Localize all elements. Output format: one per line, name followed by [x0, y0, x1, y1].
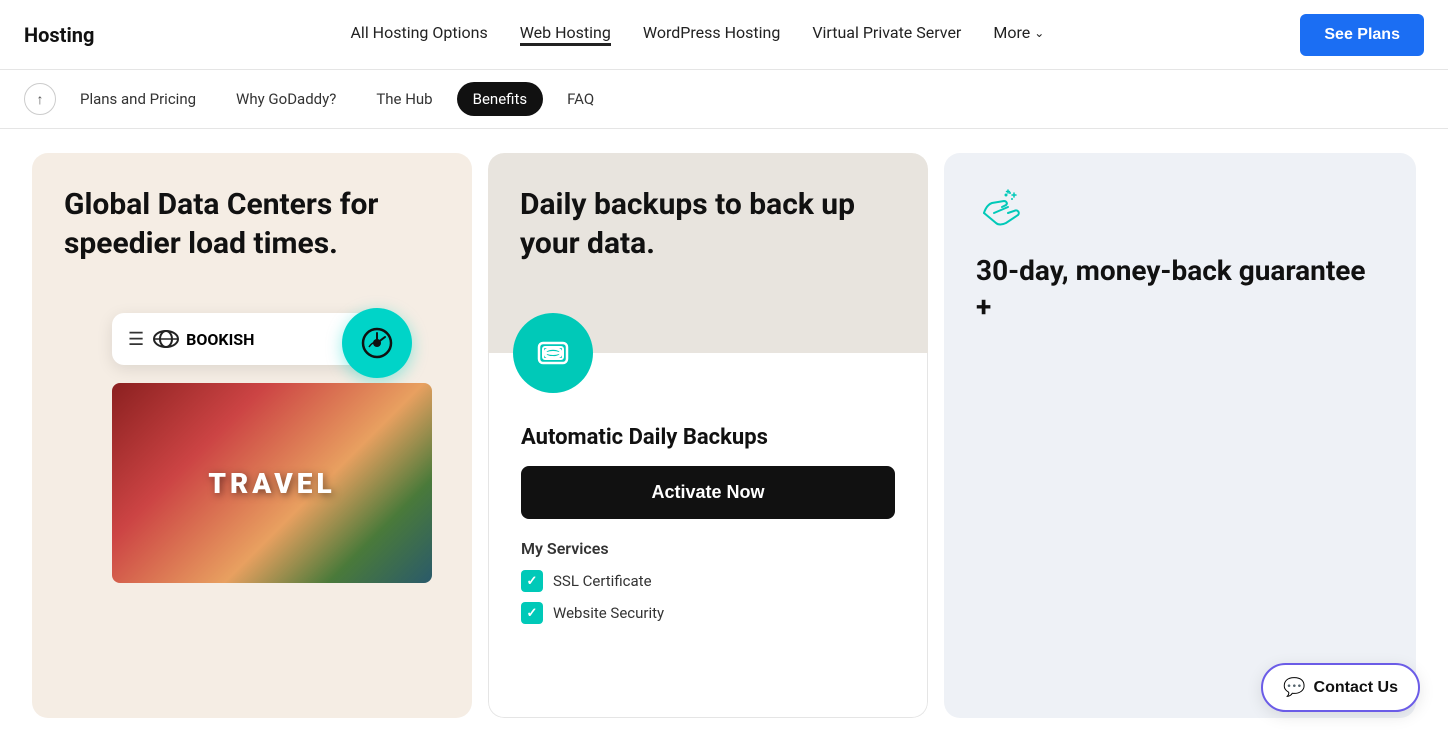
- ssl-label: SSL Certificate: [553, 572, 652, 590]
- my-services-title: My Services: [521, 539, 895, 558]
- subnav-faq[interactable]: FAQ: [551, 82, 610, 116]
- top-nav: Hosting All Hosting Options Web Hosting …: [0, 0, 1448, 70]
- contact-us-button[interactable]: 💬 Contact Us: [1261, 663, 1420, 712]
- chevron-down-icon: ⌄: [1034, 26, 1044, 40]
- security-label: Website Security: [553, 604, 664, 622]
- service-ssl: ✓ SSL Certificate: [521, 570, 895, 592]
- check-icon-2: ✓: [527, 606, 538, 621]
- card-daily-backups: Daily backups to back up your data.: [488, 153, 928, 718]
- card2-title: Daily backups to back up your data.: [520, 185, 896, 263]
- bookish-logo: BOOKISH: [152, 325, 254, 353]
- nav-logo: Hosting: [24, 23, 94, 47]
- speed-circle: [342, 308, 412, 378]
- card-global-data: Global Data Centers for speedier load ti…: [32, 153, 472, 718]
- nav-all-hosting[interactable]: All Hosting Options: [350, 23, 487, 46]
- nav-vps[interactable]: Virtual Private Server: [812, 23, 961, 46]
- backup-icon-circle: [513, 313, 593, 393]
- bookish-brand-icon: [152, 325, 180, 353]
- card2-bottom: Automatic Daily Backups Activate Now My …: [488, 353, 928, 718]
- card3-title: 30-day, money-back guarantee +: [976, 253, 1384, 326]
- check-icon: ✓: [527, 574, 538, 589]
- security-checkbox: ✓: [521, 602, 543, 624]
- nav-web-hosting[interactable]: Web Hosting: [520, 23, 611, 46]
- money-back-icon: [976, 185, 1024, 233]
- card-money-back: 30-day, money-back guarantee +: [944, 153, 1416, 718]
- travel-book-image: TRAVEL: [112, 383, 432, 583]
- nav-links: All Hosting Options Web Hosting WordPres…: [350, 23, 1044, 46]
- subnav-why[interactable]: Why GoDaddy?: [220, 82, 352, 116]
- main-content: Global Data Centers for speedier load ti…: [0, 129, 1448, 742]
- service-security: ✓ Website Security: [521, 602, 895, 624]
- chat-icon: 💬: [1283, 677, 1305, 698]
- subnav-benefits[interactable]: Benefits: [457, 82, 544, 116]
- speedometer-icon: [359, 325, 395, 361]
- bookish-mockup: ☰ BOOKISH: [112, 313, 372, 365]
- nav-wordpress[interactable]: WordPress Hosting: [643, 23, 780, 46]
- nav-more[interactable]: More ⌄: [993, 23, 1044, 46]
- activate-now-button[interactable]: Activate Now: [521, 466, 895, 519]
- contact-us-label: Contact Us: [1314, 679, 1398, 697]
- card2-subtitle: Automatic Daily Backups: [521, 425, 895, 450]
- sub-nav: ↑ Plans and Pricing Why GoDaddy? The Hub…: [0, 70, 1448, 129]
- hamburger-icon: ☰: [128, 329, 144, 350]
- backup-icon: [531, 331, 575, 375]
- scroll-up-button[interactable]: ↑: [24, 83, 56, 115]
- travel-label: TRAVEL: [208, 467, 335, 500]
- subnav-plans[interactable]: Plans and Pricing: [64, 82, 212, 116]
- hand-icon: [976, 185, 1384, 237]
- card1-title: Global Data Centers for speedier load ti…: [64, 185, 440, 263]
- subnav-hub[interactable]: The Hub: [360, 82, 448, 116]
- see-plans-button[interactable]: See Plans: [1300, 14, 1424, 56]
- bookish-label: BOOKISH: [186, 330, 254, 349]
- ssl-checkbox: ✓: [521, 570, 543, 592]
